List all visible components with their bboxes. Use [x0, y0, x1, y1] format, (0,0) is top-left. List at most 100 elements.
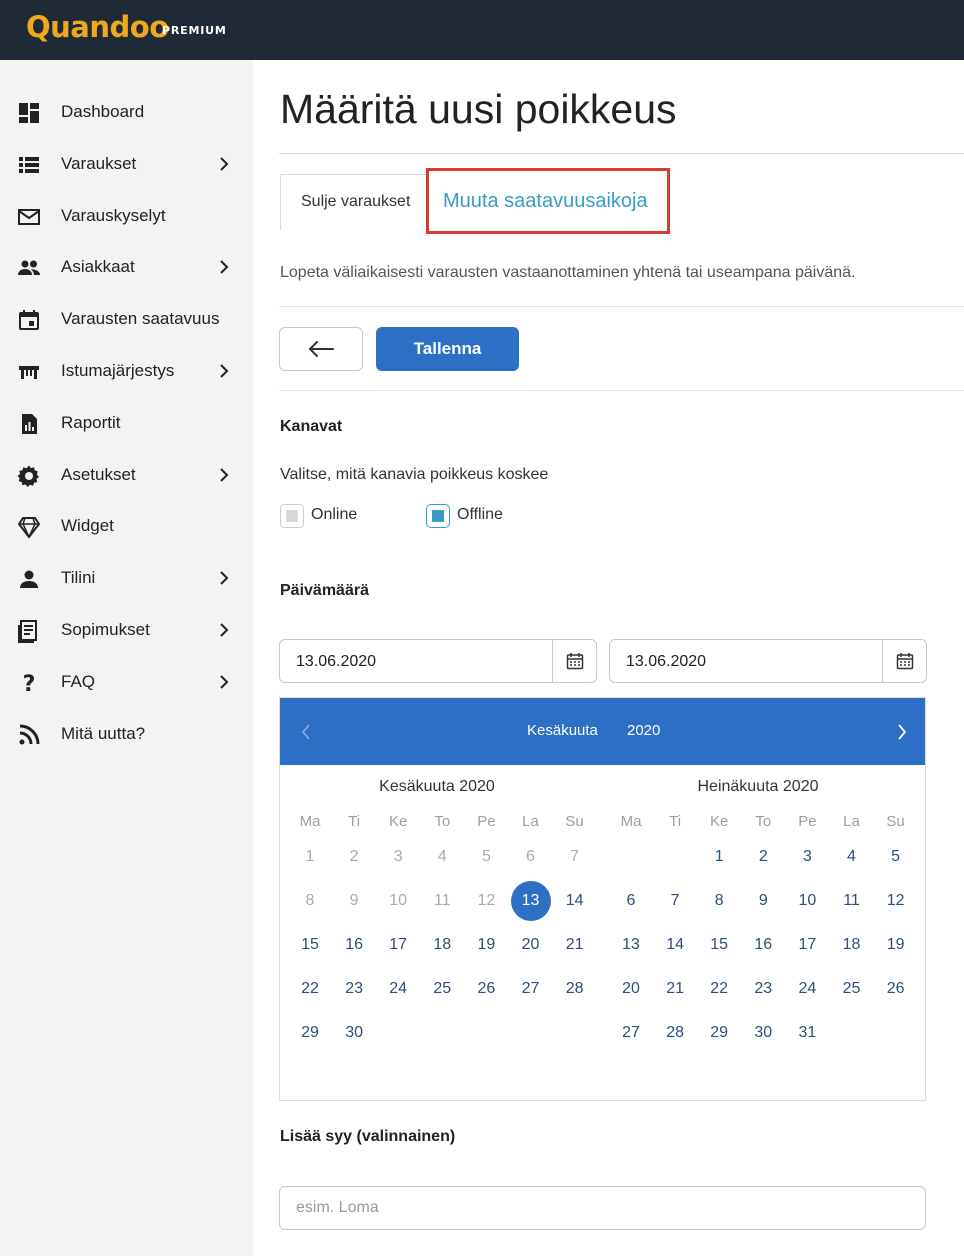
calendar-day: 9	[349, 892, 359, 910]
calendar-day-selected[interactable]: 13	[509, 879, 553, 923]
sidebar-item-raportit[interactable]: Raportit	[0, 401, 253, 445]
calendar-day[interactable]: 28	[653, 1011, 697, 1055]
sidebar-item-widget[interactable]: Widget	[0, 504, 253, 548]
calendar-day[interactable]: 27	[509, 967, 553, 1011]
calendar-icon	[896, 653, 913, 670]
sidebar-item-varaukset[interactable]: Varaukset	[0, 142, 253, 186]
end-date-input[interactable]: 13.06.2020	[609, 639, 927, 683]
calendar-day[interactable]: 30	[741, 1011, 785, 1055]
sidebar-item-varausten-saatavuus[interactable]: Varausten saatavuus	[0, 297, 253, 341]
sidebar-item-mitä-uutta[interactable]: Mitä uutta?	[0, 712, 253, 756]
calendar-day[interactable]: 18	[420, 923, 464, 967]
sidebar-item-label: Tilini	[61, 568, 96, 588]
weekday-label: Ti	[669, 813, 682, 830]
online-checkbox[interactable]	[280, 504, 304, 528]
date-picker-year[interactable]: 2020	[627, 722, 660, 739]
calendar-day[interactable]: 15	[697, 923, 741, 967]
sidebar-item-label: Varauskyselyt	[61, 205, 166, 225]
calendar-day[interactable]: 28	[553, 967, 597, 1011]
calendar-day[interactable]: 25	[830, 967, 874, 1011]
date-picker-month[interactable]: Kesäkuuta	[527, 722, 598, 739]
end-date-calendar-button[interactable]	[882, 640, 926, 682]
calendar-day[interactable]: 22	[288, 967, 332, 1011]
offline-checkbox[interactable]	[426, 504, 450, 528]
calendar-day[interactable]: 29	[697, 1011, 741, 1055]
calendar-day[interactable]: 3	[785, 835, 829, 879]
calendar-day[interactable]: 18	[830, 923, 874, 967]
chevron-left-icon[interactable]	[298, 722, 314, 742]
calendar-day[interactable]: 31	[785, 1011, 829, 1055]
weekday-label: Su	[565, 813, 584, 830]
calendar-day[interactable]: 30	[332, 1011, 376, 1055]
calendar-day[interactable]: 4	[830, 835, 874, 879]
weekday-label: Ke	[389, 813, 408, 830]
calendar-day[interactable]: 29	[288, 1011, 332, 1055]
save-button[interactable]: Tallenna	[376, 327, 519, 371]
online-label[interactable]: Online	[311, 506, 357, 524]
tab-change-availability[interactable]: Muuta saatavuusaikoja	[426, 168, 670, 234]
calendar-day[interactable]: 23	[741, 967, 785, 1011]
sidebar-item-sopimukset[interactable]: Sopimukset	[0, 608, 253, 652]
divider	[279, 390, 964, 391]
calendar-day[interactable]: 13	[609, 923, 653, 967]
people-icon	[16, 255, 42, 281]
calendar-day[interactable]: 21	[653, 967, 697, 1011]
calendar-day[interactable]: 11	[830, 879, 874, 923]
calendar-day[interactable]: 24	[785, 967, 829, 1011]
gear-icon	[16, 463, 42, 489]
sidebar-item-label: Istumajärjestys	[61, 361, 175, 380]
calendar-day[interactable]: 1	[697, 835, 741, 879]
chevron-right-icon[interactable]	[894, 722, 910, 742]
sidebar: Dashboard Varaukset Varauskyselyt Asiakkaat…	[0, 60, 253, 1256]
start-date-input[interactable]: 13.06.2020	[279, 639, 597, 683]
calendar-day[interactable]: 24	[376, 967, 420, 1011]
calendar-day[interactable]: 7	[653, 879, 697, 923]
calendar-day[interactable]: 9	[741, 879, 785, 923]
weekday-label: Ma	[620, 813, 642, 830]
calendar-day[interactable]: 5	[874, 835, 918, 879]
date-picker: Kesäkuuta 2020 Kesäkuuta 2020 Ma Ti Ke To Pe L…	[279, 697, 926, 1101]
calendar-day[interactable]: 17	[376, 923, 420, 967]
sidebar-item-tilini[interactable]: Tilini	[0, 556, 253, 600]
calendar-day[interactable]: 26	[874, 967, 918, 1011]
sidebar-item-faq[interactable]: ? FAQ	[0, 660, 253, 704]
divider	[279, 153, 964, 154]
offline-label[interactable]: Offline	[457, 506, 503, 524]
calendar-day[interactable]: 16	[741, 923, 785, 967]
calendar-day[interactable]: 27	[609, 1011, 653, 1055]
tab-close-bookings[interactable]: Sulje varaukset	[280, 174, 428, 230]
sidebar-item-istumajärjestys[interactable]: Istumajärjestys	[0, 349, 253, 393]
weekday-label: To	[755, 813, 772, 830]
calendar-day[interactable]: 19	[464, 923, 508, 967]
calendar-day[interactable]: 16	[332, 923, 376, 967]
calendar-day[interactable]: 8	[697, 879, 741, 923]
calendar-day[interactable]: 21	[553, 923, 597, 967]
calendar-day[interactable]: 15	[288, 923, 332, 967]
calendar-day[interactable]: 14	[653, 923, 697, 967]
calendar-day[interactable]: 20	[509, 923, 553, 967]
calendar-day[interactable]: 17	[785, 923, 829, 967]
calendar-day[interactable]: 20	[609, 967, 653, 1011]
calendar-day[interactable]: 10	[785, 879, 829, 923]
calendar-day[interactable]: 22	[697, 967, 741, 1011]
calendar-day[interactable]: 14	[553, 879, 597, 923]
sidebar-item-dashboard[interactable]: Dashboard	[0, 90, 253, 134]
start-date-calendar-button[interactable]	[552, 640, 596, 682]
calendar-day[interactable]: 23	[332, 967, 376, 1011]
premium-badge: PREMIUM	[162, 24, 227, 37]
calendar-day[interactable]: 25	[420, 967, 464, 1011]
calendar-day[interactable]: 19	[874, 923, 918, 967]
weekday-label: Su	[886, 813, 905, 830]
sidebar-item-asetukset[interactable]: Asetukset	[0, 453, 253, 497]
back-button[interactable]	[279, 327, 363, 371]
sidebar-item-asiakkaat[interactable]: Asiakkaat	[0, 245, 253, 289]
chevron-right-icon	[220, 571, 229, 585]
sidebar-item-varauskyselyt[interactable]: Varauskyselyt	[0, 194, 253, 238]
reason-input[interactable]	[279, 1186, 926, 1230]
calendar-day[interactable]: 6	[609, 879, 653, 923]
calendar-day[interactable]: 2	[741, 835, 785, 879]
calendar-day[interactable]: 26	[464, 967, 508, 1011]
quandoo-logo[interactable]: Quandoo	[26, 10, 169, 44]
calendar-day[interactable]: 12	[874, 879, 918, 923]
sidebar-item-label: Varaukset	[61, 153, 137, 173]
